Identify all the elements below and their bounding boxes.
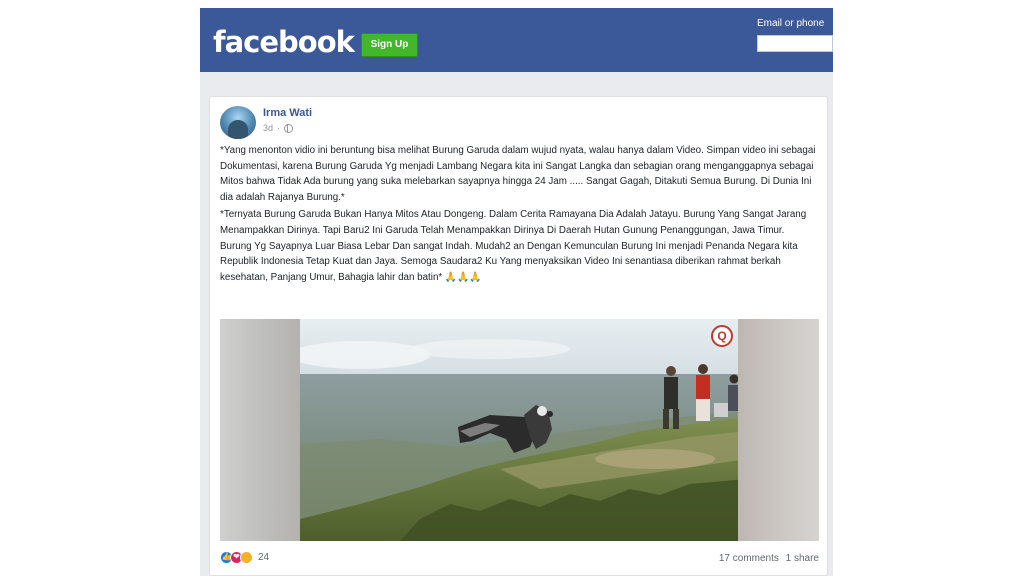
reactions-count: 24 xyxy=(258,552,270,563)
post-video[interactable]: Q xyxy=(220,319,819,541)
post-time[interactable]: 3d xyxy=(263,123,273,133)
post-author[interactable]: Irma Wati xyxy=(263,107,312,119)
post-footer: 👍 ❤ 24 17 comments 1 share xyxy=(210,547,829,575)
post-meta: 3d · xyxy=(263,123,294,133)
email-label: Email or phone xyxy=(757,18,825,29)
top-bar: facebook Sign Up Email or phone xyxy=(200,8,833,72)
post-paragraph: *Ternyata Burung Garuda Bukan Hanya Mito… xyxy=(220,209,807,283)
reactions-summary[interactable]: 👍 ❤ 24 xyxy=(220,551,269,564)
video-watermark-icon: Q xyxy=(711,325,733,347)
video-blur-left xyxy=(220,319,300,541)
facebook-page: facebook Sign Up Email or phone Irma Wat… xyxy=(200,8,833,576)
shares-link[interactable]: 1 share xyxy=(786,553,819,564)
post-card: Irma Wati 3d · *Yang menonton vidio ini … xyxy=(209,96,828,576)
globe-icon xyxy=(284,123,294,133)
video-blur-right xyxy=(738,319,819,541)
post-paragraph: *Yang menonton vidio ini beruntung bisa … xyxy=(220,145,816,203)
facebook-logo[interactable]: facebook xyxy=(213,24,355,60)
video-scene xyxy=(300,319,747,541)
video-frame[interactable]: Q xyxy=(300,319,747,541)
email-field[interactable] xyxy=(757,35,833,52)
post-stats: 17 comments 1 share xyxy=(719,553,819,564)
post-text: *Yang menonton vidio ini beruntung bisa … xyxy=(220,143,818,285)
haha-icon xyxy=(240,551,253,564)
signup-button[interactable]: Sign Up xyxy=(361,33,418,57)
avatar[interactable] xyxy=(220,106,256,139)
comments-link[interactable]: 17 comments xyxy=(719,553,779,564)
separator: · xyxy=(277,123,281,133)
